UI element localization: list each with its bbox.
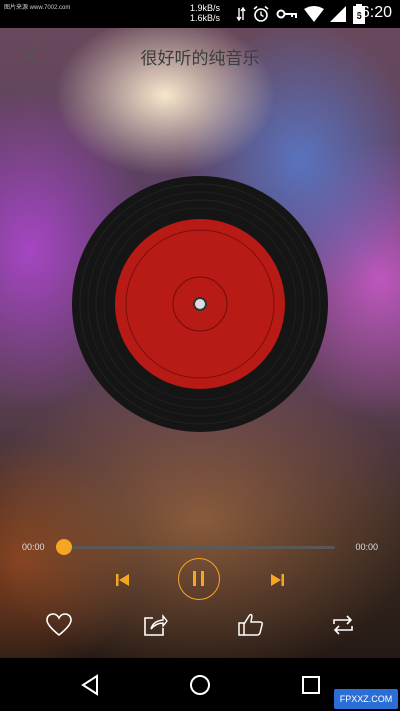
nav-back-button[interactable] bbox=[75, 670, 105, 700]
status-source-text: 图片来源 www.7002.com bbox=[4, 5, 71, 11]
share-icon bbox=[144, 614, 168, 636]
vpn-key-icon bbox=[276, 9, 297, 19]
progress-thumb[interactable] bbox=[56, 539, 72, 555]
playback-controls bbox=[0, 556, 400, 606]
back-triangle-icon bbox=[81, 674, 98, 696]
pause-button[interactable] bbox=[178, 558, 220, 600]
skip-next-icon bbox=[271, 574, 284, 586]
pause-icon bbox=[193, 571, 204, 586]
total-time: 00:00 bbox=[355, 542, 378, 552]
skip-previous-icon bbox=[116, 574, 129, 586]
repeat-icon bbox=[333, 615, 353, 635]
status-bar: 图片来源 www.7002.com 1.9kB/s 1.6kB/s 6 16:2… bbox=[0, 0, 400, 28]
status-icons: 6 bbox=[236, 4, 366, 24]
vinyl-disc bbox=[72, 176, 328, 432]
disc-spindle bbox=[193, 297, 207, 311]
next-button[interactable] bbox=[268, 571, 286, 589]
home-circle-icon bbox=[190, 675, 210, 695]
nav-recents-button[interactable] bbox=[296, 670, 326, 700]
speed-up: 1.9kB/s bbox=[190, 3, 221, 13]
page-title: 很好听的纯音乐 bbox=[140, 49, 260, 68]
previous-button[interactable] bbox=[114, 571, 132, 589]
thumbs-up-icon bbox=[238, 613, 263, 636]
speed-down: 1.6kB/s bbox=[190, 13, 221, 23]
progress-track[interactable] bbox=[64, 546, 335, 549]
watermark-logo: FPXXZ.COM bbox=[334, 689, 398, 709]
action-bar bbox=[0, 604, 400, 646]
recents-square-icon bbox=[302, 676, 320, 694]
share-button[interactable] bbox=[140, 610, 170, 640]
network-speed: 1.9kB/s 1.6kB/s bbox=[190, 3, 220, 23]
navigation-bar: FPXXZ.COM bbox=[0, 658, 400, 711]
repeat-button[interactable] bbox=[328, 610, 358, 640]
like-button[interactable] bbox=[236, 610, 266, 640]
wifi-icon bbox=[304, 6, 324, 22]
favorite-button[interactable] bbox=[44, 610, 74, 640]
status-time: 16:20 bbox=[351, 4, 392, 21]
nav-home-button[interactable] bbox=[185, 670, 215, 700]
signal-icon bbox=[330, 6, 346, 22]
header: 很好听的纯音乐 bbox=[0, 28, 400, 84]
data-transfer-icon bbox=[236, 6, 246, 22]
heart-icon bbox=[46, 613, 72, 637]
alarm-icon bbox=[253, 5, 269, 22]
current-time: 00:00 bbox=[22, 542, 45, 552]
